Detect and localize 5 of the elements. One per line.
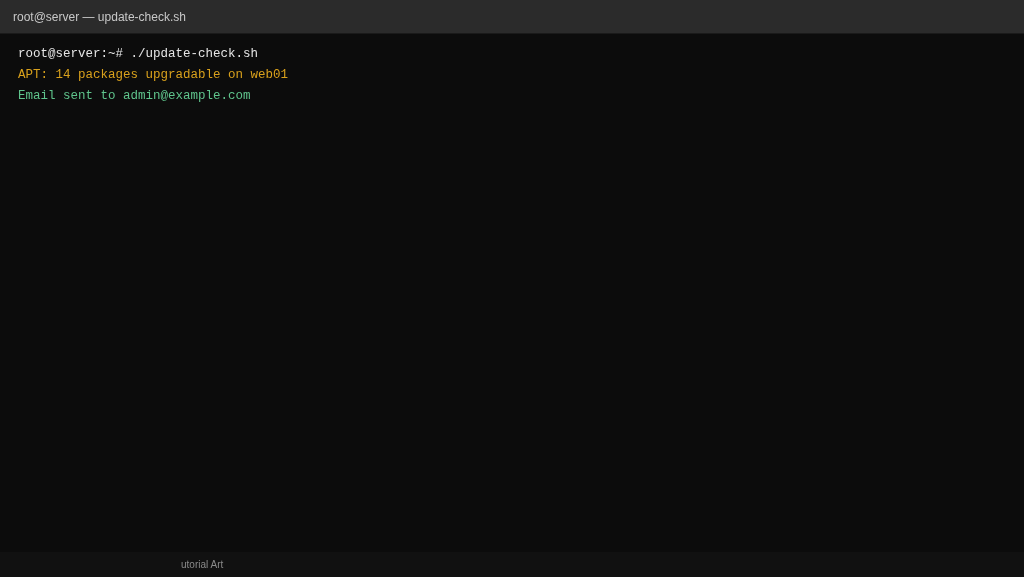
output-line: Email sent to admin@example.com: [18, 88, 252, 105]
window-title: root@server — update-check.sh: [13, 8, 186, 26]
footer-text: utorial Art: [181, 558, 224, 572]
output-line: APT: 14 packages upgradable on web01: [18, 67, 290, 84]
command-line: root@server:~# ./update-check.sh: [18, 46, 260, 63]
